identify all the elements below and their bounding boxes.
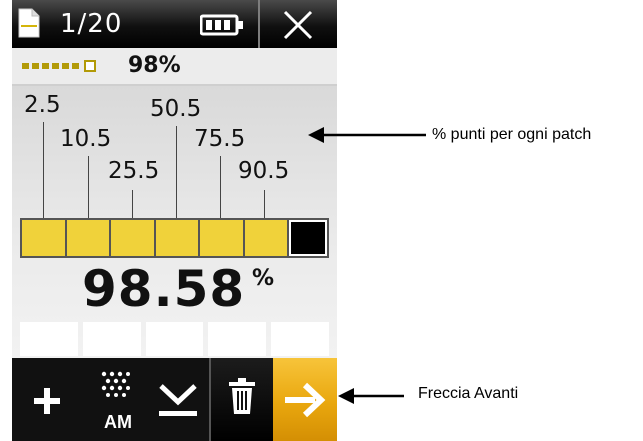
title-separator	[258, 0, 260, 48]
close-icon[interactable]	[281, 8, 315, 42]
patch-swatch	[66, 220, 109, 256]
patch-swatch	[22, 220, 65, 256]
leader-line	[176, 126, 177, 218]
plus-icon	[34, 388, 60, 414]
leader-line	[132, 190, 133, 218]
progress-dot-filled	[72, 63, 79, 69]
delete-button[interactable]	[211, 358, 273, 441]
measure-icon	[159, 384, 197, 416]
callout-patch-text: % punti per ogni patch	[432, 126, 592, 143]
am-screen-icon	[101, 371, 130, 397]
progress-indicator: 98%	[12, 48, 337, 86]
patch-strip	[20, 218, 329, 258]
progress-percent: 98%	[128, 53, 181, 78]
measurement-unit: %	[252, 266, 275, 291]
progress-dot-filled	[62, 63, 69, 69]
result-cell	[208, 322, 267, 356]
arrow-right-icon	[285, 382, 326, 418]
result-cell	[82, 322, 141, 356]
device-screen: 1/20 98% 2.5 10.5 25.5 50.5 75.5 90.5 98…	[12, 0, 337, 441]
progress-dot-empty	[84, 60, 96, 72]
result-cell	[271, 322, 329, 356]
patch-swatch	[155, 220, 198, 256]
progress-dot-filled	[22, 63, 29, 69]
next-button[interactable]	[273, 358, 337, 441]
patch-label-3: 25.5	[108, 158, 160, 184]
patch-label-2: 10.5	[60, 126, 112, 152]
patch-label-5: 75.5	[194, 126, 246, 152]
patch-swatch	[244, 220, 287, 256]
am-label: AM	[104, 412, 132, 432]
document-icon[interactable]	[18, 8, 40, 38]
add-button[interactable]	[12, 358, 82, 441]
result-cell	[145, 322, 204, 356]
trash-icon	[229, 378, 255, 414]
progress-dots	[22, 60, 96, 72]
measure-button[interactable]	[147, 358, 209, 441]
leader-line	[43, 122, 44, 218]
leader-line	[264, 190, 265, 218]
battery-icon	[200, 14, 243, 36]
callout-next-text: Freccia Avanti	[418, 385, 519, 402]
reference-patch	[289, 220, 327, 256]
progress-dot-filled	[42, 63, 49, 69]
title-bar: 1/20	[12, 0, 337, 48]
patch-swatch	[200, 220, 243, 256]
leader-line	[220, 156, 221, 218]
page-counter: 1/20	[60, 9, 123, 39]
measurement-panel: 2.5 10.5 25.5 50.5 75.5 90.5 98.58 %	[12, 86, 337, 358]
leader-line	[88, 156, 89, 218]
patch-label-4: 50.5	[150, 96, 202, 122]
patch-label-6: 90.5	[238, 158, 290, 184]
result-cells	[20, 322, 329, 356]
progress-dot-filled	[52, 63, 59, 69]
callout-arrow-next	[338, 388, 404, 404]
patch-label-1: 2.5	[24, 92, 61, 118]
callout-arrow-patch	[308, 127, 426, 143]
result-cell	[20, 322, 78, 356]
bottom-toolbar: AM	[12, 358, 337, 441]
am-screening-button[interactable]: AM	[82, 358, 147, 441]
progress-dot-filled	[32, 63, 39, 69]
measurement-value: 98.58	[82, 260, 246, 318]
patch-swatch	[111, 220, 154, 256]
